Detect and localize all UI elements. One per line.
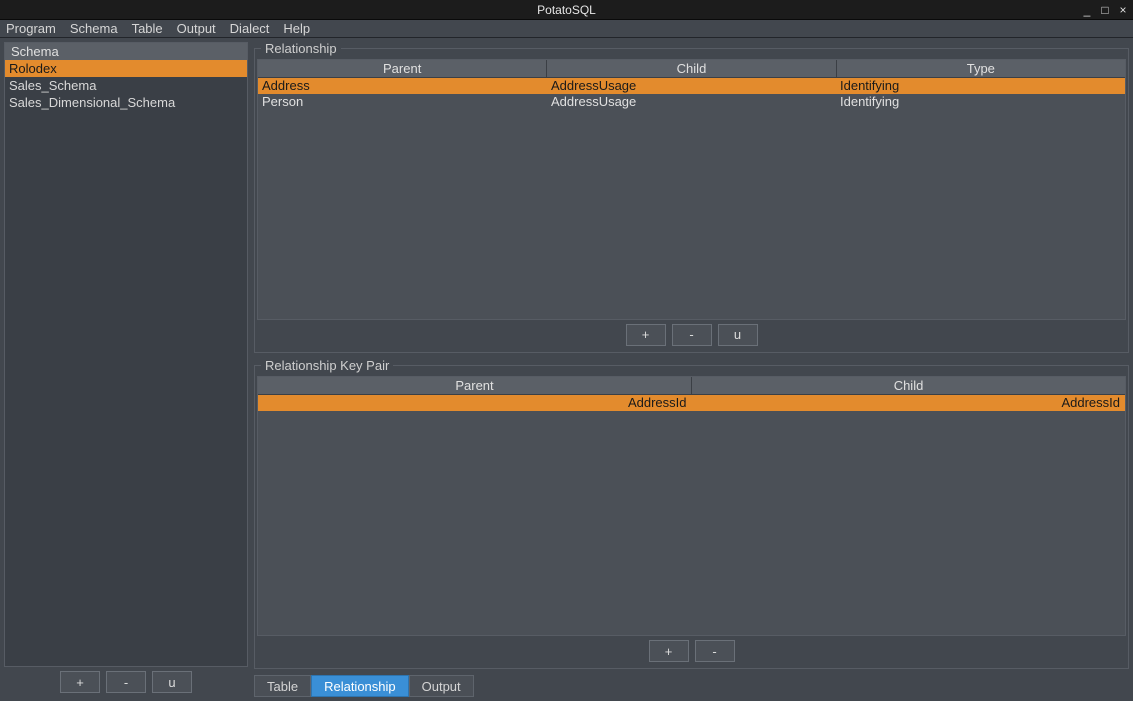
schema-list[interactable]: RolodexSales_SchemaSales_Dimensional_Sch… [5,60,247,666]
table-row[interactable]: PersonAddressUsageIdentifying [258,94,1125,110]
minimize-icon[interactable]: _ [1081,3,1093,17]
table-cell: Identifying [836,78,1125,94]
schema-list-item[interactable]: Sales_Dimensional_Schema [5,94,247,111]
tab-output[interactable]: Output [409,675,474,697]
bottom-tabbar: TableRelationshipOutput [254,675,1129,697]
keypair-col-parent[interactable]: Parent [258,377,692,394]
window-titlebar: PotatoSQL _ □ × [0,0,1133,20]
table-cell: AddressId [692,395,1126,411]
schema-sidebar: Schema RolodexSales_SchemaSales_Dimensio… [4,42,248,667]
table-row[interactable]: AddressAddressUsageIdentifying [258,78,1125,94]
keypair-table-header: Parent Child [258,377,1125,395]
table-cell: AddressId [258,395,692,411]
rel-col-child[interactable]: Child [547,60,836,77]
window-controls: _ □ × [1081,0,1129,20]
schema-update-button[interactable]: u [152,671,192,693]
schema-remove-button[interactable]: - [106,671,146,693]
relationship-table-header: Parent Child Type [258,60,1125,78]
menu-help[interactable]: Help [283,21,310,36]
menubar: Program Schema Table Output Dialect Help [0,20,1133,38]
window-title: PotatoSQL [537,3,596,17]
table-cell: Person [258,94,547,110]
table-cell: Address [258,78,547,94]
main-panel: Relationship Parent Child Type AddressAd… [254,42,1129,697]
relationship-add-button[interactable]: + [626,324,666,346]
table-row[interactable]: AddressIdAddressId [258,395,1125,411]
tab-relationship[interactable]: Relationship [311,675,409,697]
rel-col-parent[interactable]: Parent [258,60,547,77]
table-cell: Identifying [836,94,1125,110]
keypair-add-button[interactable]: + [649,640,689,662]
keypair-button-row: + - [257,636,1126,666]
relationship-button-row: + - u [257,320,1126,350]
relationship-table-body: AddressAddressUsageIdentifyingPersonAddr… [258,78,1125,319]
tab-table[interactable]: Table [254,675,311,697]
maximize-icon[interactable]: □ [1099,3,1111,17]
relationship-update-button[interactable]: u [718,324,758,346]
table-cell: AddressUsage [547,78,836,94]
relationship-group-label: Relationship [261,41,341,56]
keypair-table-body: AddressIdAddressId [258,395,1125,636]
keypair-remove-button[interactable]: - [695,640,735,662]
schema-add-button[interactable]: + [60,671,100,693]
relationship-remove-button[interactable]: - [672,324,712,346]
menu-output[interactable]: Output [177,21,216,36]
table-cell: AddressUsage [547,94,836,110]
relationship-group: Relationship Parent Child Type AddressAd… [254,48,1129,353]
relationship-table[interactable]: Parent Child Type AddressAddressUsageIde… [257,59,1126,320]
menu-schema[interactable]: Schema [70,21,118,36]
menu-program[interactable]: Program [6,21,56,36]
schema-button-row: + - u [4,667,248,697]
schema-list-item[interactable]: Rolodex [5,60,247,77]
rel-col-type[interactable]: Type [837,60,1125,77]
keypair-group-label: Relationship Key Pair [261,358,393,373]
keypair-group: Relationship Key Pair Parent Child Addre… [254,365,1129,670]
keypair-table[interactable]: Parent Child AddressIdAddressId [257,376,1126,637]
schema-panel-title: Schema [5,43,247,60]
menu-dialect[interactable]: Dialect [230,21,270,36]
close-icon[interactable]: × [1117,3,1129,17]
content-area: Schema RolodexSales_SchemaSales_Dimensio… [0,38,1133,701]
keypair-col-child[interactable]: Child [692,377,1125,394]
menu-table[interactable]: Table [132,21,163,36]
schema-list-item[interactable]: Sales_Schema [5,77,247,94]
